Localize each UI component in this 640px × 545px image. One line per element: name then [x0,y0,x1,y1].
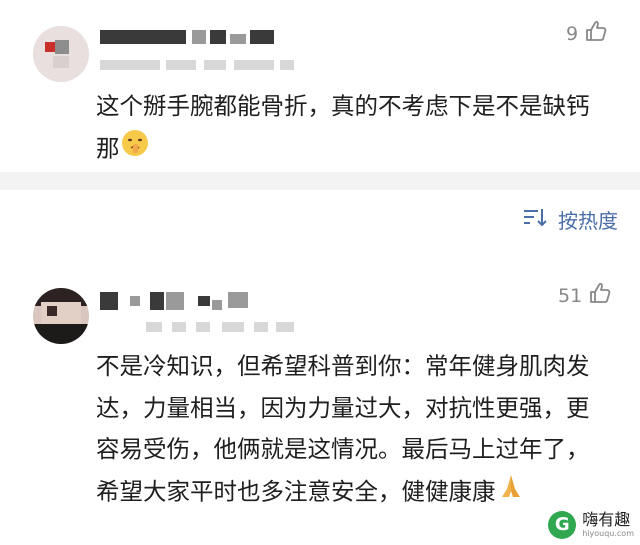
avatar[interactable] [33,288,89,344]
comment-text: 不是冷知识，但希望科普到你：常年健身肌肉发达，力量相当，因为力量过大，对抗性更强… [96,346,606,514]
like-button[interactable]: 51 [558,282,612,309]
watermark: G 嗨有趣 hiyouqu.com [548,511,634,539]
like-count: 51 [558,284,583,307]
brand-logo-icon: G [548,511,577,539]
thumbs-up-icon [588,282,612,309]
watermark-name: 嗨有趣 [582,510,631,529]
watermark-url: hiyouqu.com [582,529,634,538]
folded-hands-icon [496,471,526,515]
comment-2: 51 不是冷知识，但希望科普到你：常年健身肌肉发达，力量相当，因为力量过大，对抗… [0,0,640,505]
